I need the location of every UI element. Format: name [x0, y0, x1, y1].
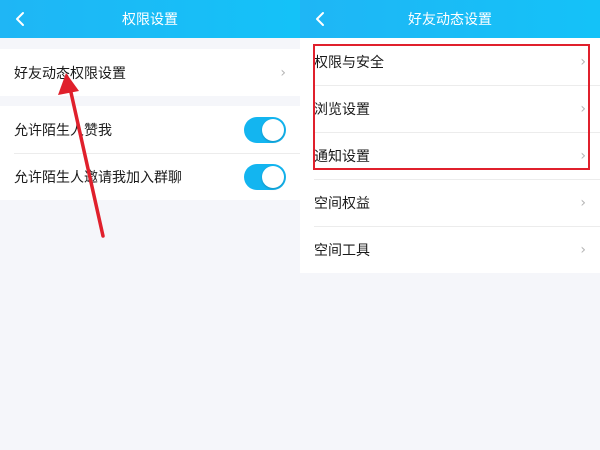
allow-stranger-invite-toggle[interactable]: [244, 163, 286, 190]
friend-feed-permission-item[interactable]: 好友动态权限设置 ›: [0, 49, 300, 96]
chevron-right-icon: ›: [580, 53, 586, 70]
allow-stranger-invite-row: 允许陌生人邀请我加入群聊: [0, 153, 300, 200]
chevron-right-icon: ›: [580, 147, 586, 164]
space-tools-label: 空间工具: [314, 242, 370, 259]
stranger-settings-group: 允许陌生人赞我 允许陌生人邀请我加入群聊: [0, 106, 300, 200]
left-header: 权限设置: [0, 0, 300, 38]
chevron-left-icon: [316, 12, 324, 26]
allow-stranger-like-row: 允许陌生人赞我: [0, 106, 300, 153]
chevron-right-icon: ›: [580, 241, 586, 258]
toggle-knob: [262, 165, 284, 188]
allow-stranger-invite-label: 允许陌生人邀请我加入群聊: [14, 169, 182, 186]
back-button[interactable]: [310, 9, 330, 29]
page-title: 权限设置: [122, 12, 178, 28]
page-title: 好友动态设置: [408, 12, 492, 28]
friend-feed-settings-list: 权限与安全 › 浏览设置 › 通知设置 › 空间权益 › 空间工具 ›: [300, 38, 600, 273]
space-benefits-label: 空间权益: [314, 195, 370, 212]
toggle-knob: [262, 118, 284, 141]
right-panel: 好友动态设置 权限与安全 › 浏览设置 › 通知设置 › 空间权益 › 空间工具…: [300, 0, 600, 450]
left-panel: 权限设置 好友动态权限设置 › 允许陌生人赞我 允许陌生人邀请我加入群聊: [0, 0, 300, 450]
chevron-left-icon: [16, 12, 24, 26]
notification-settings-label: 通知设置: [314, 148, 370, 165]
chevron-right-icon: ›: [580, 100, 586, 117]
browse-settings-label: 浏览设置: [314, 101, 370, 118]
chevron-right-icon: ›: [580, 194, 586, 211]
browse-settings-item[interactable]: 浏览设置 ›: [300, 85, 600, 132]
friend-feed-permission-label: 好友动态权限设置: [14, 65, 126, 82]
permission-security-label: 权限与安全: [314, 54, 384, 71]
space-tools-item[interactable]: 空间工具 ›: [300, 226, 600, 273]
right-header: 好友动态设置: [300, 0, 600, 38]
permission-security-item[interactable]: 权限与安全 ›: [300, 38, 600, 85]
notification-settings-item[interactable]: 通知设置 ›: [300, 132, 600, 179]
allow-stranger-like-label: 允许陌生人赞我: [14, 122, 112, 139]
back-button[interactable]: [10, 9, 30, 29]
allow-stranger-like-toggle[interactable]: [244, 116, 286, 143]
friend-feed-group: 好友动态权限设置 ›: [0, 49, 300, 96]
chevron-right-icon: ›: [280, 64, 286, 81]
space-benefits-item[interactable]: 空间权益 ›: [300, 179, 600, 226]
